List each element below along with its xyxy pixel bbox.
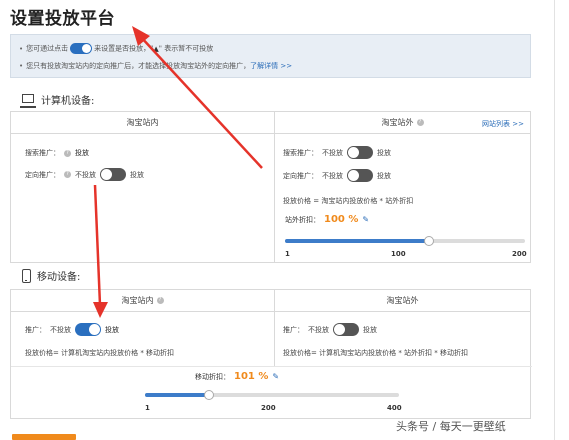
red-arrow-icon [93, 184, 108, 318]
watermark-text: 头条号 / 每天一更壁纸 [396, 420, 506, 433]
annotation-arrows [93, 26, 263, 318]
red-arrow-icon [132, 26, 263, 169]
confirm-button[interactable] [12, 434, 76, 440]
